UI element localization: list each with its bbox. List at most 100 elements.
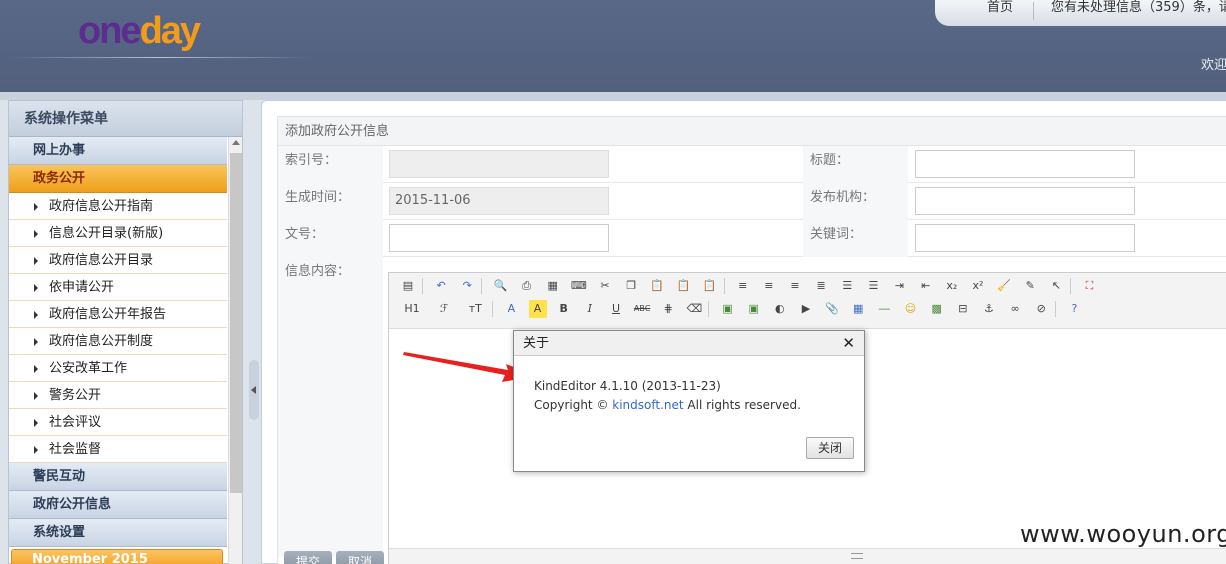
align-justify-icon[interactable]: ≣ [812,277,830,295]
sidebar-scrollbar[interactable] [228,137,242,564]
title-field[interactable] [915,150,1135,178]
font-size-icon[interactable]: тT [463,300,487,318]
menu-category-police-interaction[interactable]: 警民互动 [9,463,227,491]
toolbar-separator [422,278,423,294]
paste-plain-icon[interactable]: 📋 [674,277,692,295]
outdent-icon[interactable]: ⇤ [917,277,935,295]
menu-item-disclosure-guide[interactable]: 政府信息公开指南 [9,193,227,220]
menu-item-public-review[interactable]: 社会评议 [9,409,227,436]
menu-item-catalog[interactable]: 政府信息公开目录 [9,247,227,274]
clear-format-icon[interactable]: 🧹 [995,277,1013,295]
attachment-icon[interactable]: 📎 [823,300,841,318]
menu-item-on-request[interactable]: 依申请公开 [9,274,227,301]
arrow-right-icon [34,392,38,400]
close-icon[interactable]: ✕ [842,331,855,356]
menu-item-annual-report[interactable]: 政府信息公开年报告 [9,301,227,328]
scrollbar-thumb[interactable] [230,153,242,493]
keywords-field[interactable] [915,224,1135,252]
undo-icon[interactable]: ↶ [432,277,450,295]
arrow-right-icon [34,257,38,265]
template-icon[interactable]: ▦ [544,277,562,295]
subscript-icon[interactable]: x₂ [943,277,961,295]
chevron-left-icon [251,386,256,394]
quick-format-icon[interactable]: ✎ [1021,277,1039,295]
remove-format-icon[interactable]: ⌫ [685,300,703,318]
emoticon-icon[interactable]: ☺ [902,300,920,318]
strikethrough-icon[interactable]: ABC [633,300,651,318]
cancel-button[interactable]: 取消 [336,551,384,564]
heading-icon[interactable]: H1 [399,300,425,318]
align-left-icon[interactable]: ≡ [734,277,752,295]
unlink-icon[interactable]: ⊘ [1032,300,1050,318]
gen-time-field[interactable]: 2015-11-06 [389,187,609,215]
multi-image-icon[interactable]: ▣ [745,300,763,318]
menu-item-catalog-new[interactable]: 信息公开目录(新版) [9,220,227,247]
align-center-icon[interactable]: ≡ [760,277,778,295]
content-label: 信息内容： [278,257,383,557]
table-icon[interactable]: ▦ [849,300,867,318]
bold-icon[interactable]: B [555,300,573,318]
font-color-icon[interactable]: A [502,300,520,318]
media-icon[interactable]: ▶ [797,300,815,318]
toolbar-row-1: ▤ ↶ ↷ 🔍 ⎙ ▦ ⌨ ✂ ❐ 📋 📋 📋 ≡ ≡ ≡ ≣ ☰ ☰ ⇥ ⇤ … [397,275,1101,297]
kindsoft-link[interactable]: kindsoft.net [612,398,683,412]
paste-icon[interactable]: 📋 [648,277,666,295]
menu-category-online-service[interactable]: 网上办事 [9,137,227,165]
image-icon[interactable]: ▣ [719,300,737,318]
sidebar: 系统操作菜单 网上办事 政务公开 政府信息公开指南 信息公开目录(新版) 政府信… [8,100,243,564]
publisher-field[interactable] [915,187,1135,215]
unordered-list-icon[interactable]: ☰ [864,277,882,295]
form-row-1: 索引号： 标题： [278,146,1226,183]
menu-category-government-affairs[interactable]: 政务公开 [9,165,227,193]
home-link[interactable]: 首页 [987,0,1013,16]
about-icon[interactable]: ? [1065,300,1083,318]
flash-icon[interactable]: ◐ [771,300,789,318]
redo-icon[interactable]: ↷ [458,277,476,295]
pending-messages-link[interactable]: 您有未处理信息（359）条，请 [1051,0,1226,16]
copy-icon[interactable]: ❐ [622,277,640,295]
print-icon[interactable]: ⎙ [518,277,536,295]
horizontal-rule-icon[interactable]: ― [875,300,893,318]
cut-icon[interactable]: ✂ [596,277,614,295]
indent-icon[interactable]: ⇥ [891,277,909,295]
source-icon[interactable]: ▤ [399,277,417,295]
menu-item-police-affairs[interactable]: 警务公开 [9,382,227,409]
menu-item-disclosure-policy[interactable]: 政府信息公开制度 [9,328,227,355]
select-all-icon[interactable]: ↖ [1047,277,1065,295]
link-icon[interactable]: ∞ [1006,300,1024,318]
superscript-icon[interactable]: x² [969,277,987,295]
menu-item-police-reform[interactable]: 公安改革工作 [9,355,227,382]
anchor-icon[interactable]: ⚓ [980,300,998,318]
arrow-right-icon [34,203,38,211]
toolbar-separator [1055,301,1057,317]
resize-grip-icon[interactable] [851,553,863,559]
menu-category-system-settings[interactable]: 系统设置 [9,519,227,547]
align-right-icon[interactable]: ≡ [786,277,804,295]
index-no-field[interactable] [389,150,609,178]
scroll-up-icon[interactable] [232,140,240,145]
submit-button[interactable]: 提交 [284,551,332,564]
watermark: www.wooyun.org [1020,520,1226,548]
dialog-close-button[interactable]: 关闭 [806,437,854,459]
sidebar-collapse-handle[interactable] [249,360,259,420]
line-height-icon[interactable]: ⋕ [659,300,677,318]
paste-word-icon[interactable]: 📋 [701,277,719,295]
title-label: 标题： [803,146,908,183]
calendar-header[interactable]: November 2015 [11,549,223,564]
ordered-list-icon[interactable]: ☰ [838,277,856,295]
arrow-right-icon [34,338,38,346]
menu-item-public-supervision[interactable]: 社会监督 [9,436,227,463]
doc-no-field[interactable] [389,224,609,252]
code-icon[interactable]: ⌨ [570,277,588,295]
menu-category-public-info[interactable]: 政府公开信息 [9,491,227,519]
baidu-map-icon[interactable]: ▩ [928,300,946,318]
font-family-icon[interactable]: ℱ [433,300,455,318]
underline-icon[interactable]: U [607,300,625,318]
highlight-icon[interactable]: A [528,300,547,318]
editor-toolbar: ▤ ↶ ↷ 🔍 ⎙ ▦ ⌨ ✂ ❐ 📋 📋 📋 ≡ ≡ ≡ ≣ ☰ ☰ ⇥ ⇤ … [389,273,1226,329]
page-break-icon[interactable]: ⊟ [954,300,972,318]
italic-icon[interactable]: I [581,300,599,318]
fullscreen-icon[interactable]: ⛶ [1081,277,1099,295]
toolbar-separator [708,301,710,317]
preview-icon[interactable]: 🔍 [491,277,509,295]
